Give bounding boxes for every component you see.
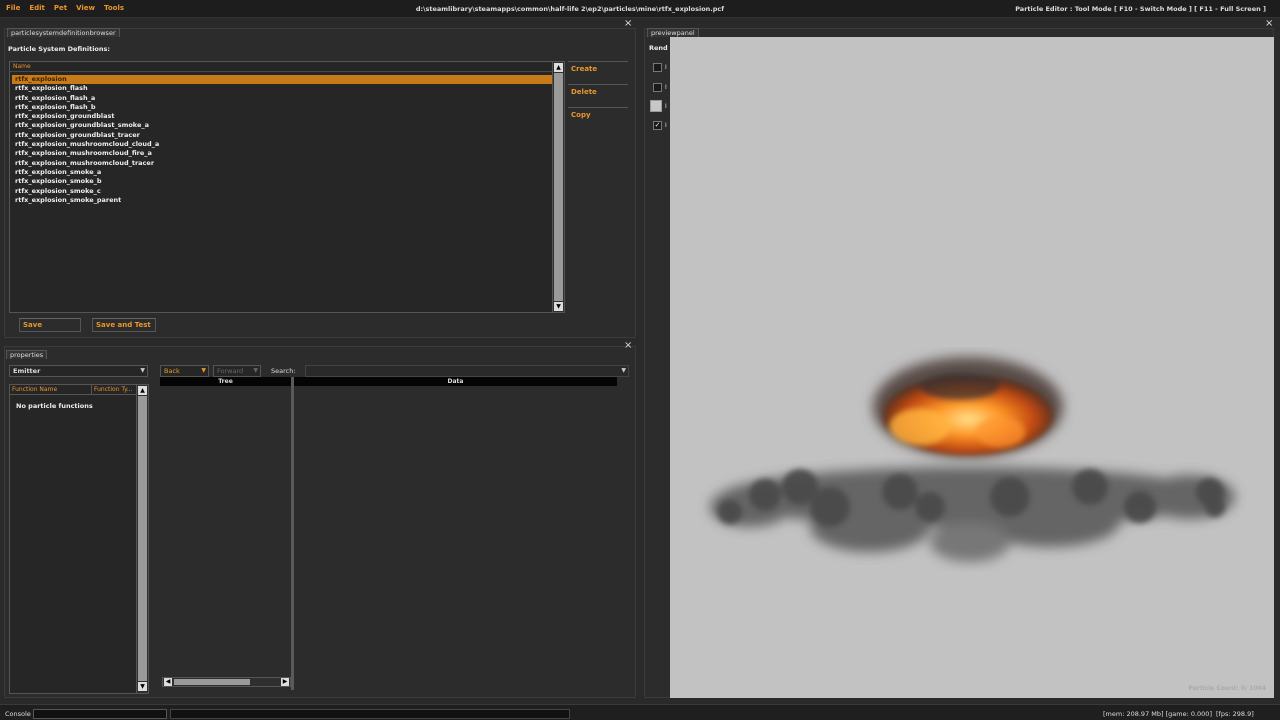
- copy-button[interactable]: Copy: [568, 107, 628, 123]
- save-button[interactable]: Save: [19, 318, 81, 332]
- memory-readout: [mem: 208.97 Mb] [game: 0.000]: [1103, 710, 1212, 718]
- list-item[interactable]: rtfx_explosion_mushroomcloud_fire_a: [12, 149, 552, 158]
- preview-checkbox-label-1: I: [665, 64, 667, 71]
- list-scrollbar[interactable]: ▲ ▼: [552, 62, 564, 312]
- fps-readout: [fps: 298.9]: [1216, 710, 1254, 718]
- preview-checkbox-4[interactable]: ✓: [653, 121, 662, 130]
- list-item[interactable]: rtfx_explosion_mushroomcloud_cloud_a: [12, 140, 552, 149]
- column-header-function-type[interactable]: Function Ty...: [92, 385, 137, 395]
- close-icon[interactable]: ×: [1265, 19, 1273, 29]
- particle-count: Particle Count: 0/ 1004: [1188, 685, 1266, 692]
- back-dropdown[interactable]: Back ▼: [160, 365, 209, 377]
- scroll-thumb[interactable]: [554, 73, 563, 301]
- list-item[interactable]: rtfx_explosion_smoke_a: [12, 168, 552, 177]
- browser-title: Particle System Definitions:: [8, 45, 110, 53]
- chevron-down-icon: ▼: [140, 367, 145, 374]
- scroll-down-icon[interactable]: ▼: [138, 682, 147, 691]
- console-input[interactable]: [33, 709, 167, 719]
- chevron-down-icon: ▼: [621, 367, 626, 374]
- close-icon[interactable]: ×: [624, 19, 632, 29]
- chevron-down-icon: ▼: [201, 367, 206, 374]
- list-item[interactable]: rtfx_explosion_groundblast: [12, 112, 552, 121]
- tree-horizontal-scrollbar[interactable]: ◀ ▶: [162, 677, 291, 687]
- scroll-down-icon[interactable]: ▼: [554, 302, 563, 311]
- column-header-data[interactable]: Data: [294, 377, 617, 386]
- search-label: Search:: [271, 367, 296, 375]
- scroll-thumb[interactable]: [174, 679, 250, 685]
- list-item[interactable]: rtfx_explosion_flash_b: [12, 103, 552, 112]
- preview-checkbox-label-4: I: [665, 122, 667, 129]
- list-item[interactable]: rtfx_explosion_groundblast_smoke_a: [12, 121, 552, 130]
- mode-info: Particle Editor : Tool Mode [ F10 - Swit…: [1015, 5, 1266, 13]
- scroll-thumb[interactable]: [138, 396, 147, 681]
- tab-preview-panel[interactable]: previewpanel: [647, 28, 699, 37]
- create-button[interactable]: Create: [568, 61, 628, 77]
- tab-properties[interactable]: properties: [6, 350, 48, 359]
- forward-label: Forward: [217, 367, 244, 375]
- scroll-up-icon[interactable]: ▲: [554, 63, 563, 72]
- list-item[interactable]: rtfx_explosion_mushroomcloud_tracer: [12, 159, 552, 168]
- menubar: File Edit Pet View Tools d:\steamlibrary…: [0, 0, 1280, 18]
- preview-checkbox-label-2: I: [665, 84, 667, 91]
- status-bar: Console [mem: 208.97 Mb] [game: 0.000] […: [0, 704, 1280, 720]
- tab-particle-browser[interactable]: particlesystemdefinitionbrowser: [7, 28, 120, 37]
- list-item[interactable]: rtfx_explosion_flash_a: [12, 94, 552, 103]
- list-item[interactable]: rtfx_explosion_flash: [12, 84, 552, 93]
- column-header-function-name[interactable]: Function Name: [10, 385, 92, 395]
- scroll-up-icon[interactable]: ▲: [138, 386, 147, 395]
- explosion-render: [710, 357, 1235, 562]
- list-item[interactable]: rtfx_explosion_smoke_c: [12, 187, 552, 196]
- particle-definition-list[interactable]: Name rtfx_explosion rtfx_explosion_flash r…: [9, 61, 565, 313]
- column-header-tree[interactable]: Tree: [160, 377, 291, 386]
- back-label: Back: [164, 367, 180, 375]
- preview-checkbox-2[interactable]: [653, 83, 662, 92]
- list-rows: rtfx_explosion rtfx_explosion_flash rtfx_e…: [12, 75, 552, 205]
- list-item[interactable]: rtfx_explosion: [12, 75, 552, 85]
- function-type-value: Emitter: [13, 367, 41, 375]
- console-output: [170, 709, 570, 719]
- delete-button[interactable]: Delete: [568, 84, 628, 100]
- list-item[interactable]: rtfx_explosion_groundblast_tracer: [12, 131, 552, 140]
- column-splitter[interactable]: [291, 377, 294, 690]
- function-list[interactable]: Function Name Function Ty... No particle…: [9, 384, 149, 694]
- tree-data-view[interactable]: Tree Data ◀ ▶: [160, 377, 617, 690]
- function-type-dropdown[interactable]: Emitter ▼: [9, 365, 148, 377]
- scroll-right-icon[interactable]: ▶: [281, 678, 289, 686]
- function-list-scrollbar[interactable]: ▲ ▼: [136, 385, 148, 693]
- preview-checkbox-label-3: I: [665, 103, 667, 110]
- list-item[interactable]: rtfx_explosion_smoke_b: [12, 177, 552, 186]
- search-input[interactable]: ▼: [305, 365, 629, 377]
- save-and-test-button[interactable]: Save and Test: [92, 318, 156, 332]
- list-item[interactable]: rtfx_explosion_smoke_parent: [12, 196, 552, 205]
- preview-viewport[interactable]: Particle Count: 0/ 1004: [670, 37, 1274, 698]
- chevron-down-icon: ▼: [253, 367, 258, 374]
- column-header-name[interactable]: Name: [10, 62, 552, 72]
- scroll-left-icon[interactable]: ◀: [164, 678, 172, 686]
- close-icon[interactable]: ×: [624, 341, 632, 351]
- preview-checkbox-1[interactable]: [653, 63, 662, 72]
- file-path-title: d:\steamlibrary\steamapps\common\half-li…: [415, 5, 725, 13]
- empty-function-message: No particle functions: [16, 402, 93, 410]
- forward-dropdown[interactable]: Forward ▼: [213, 365, 261, 377]
- preview-color-swatch[interactable]: [650, 100, 662, 112]
- console-label: Console: [5, 710, 31, 718]
- render-label: Rend: [649, 44, 668, 52]
